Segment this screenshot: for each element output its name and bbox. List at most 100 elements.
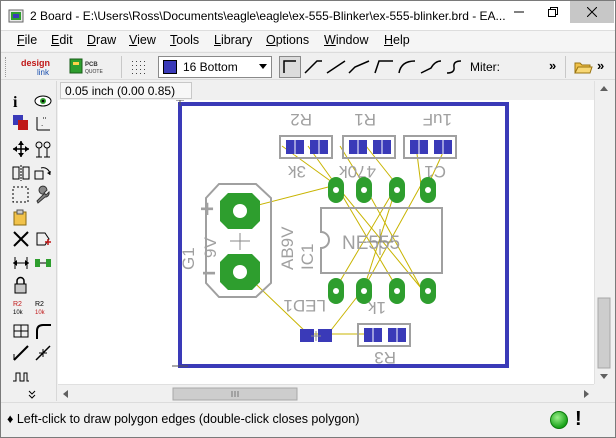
add-tool-icon[interactable] (36, 232, 51, 246)
r3-ref-label: R3 (374, 348, 396, 367)
copy-tool-icon[interactable] (35, 141, 51, 158)
toolbar-separator (121, 56, 122, 78)
svg-text:link: link (37, 68, 50, 77)
group-tool-icon[interactable] (12, 186, 29, 203)
split-tool-icon[interactable] (13, 324, 29, 338)
vertical-scrollbar[interactable] (594, 81, 612, 384)
rotate-tool-icon[interactable] (34, 167, 51, 180)
miter-label: Miter: (470, 60, 500, 74)
pcbquote-button[interactable]: PCB QUOTE (69, 56, 109, 78)
bend-style-5-icon[interactable] (398, 60, 416, 74)
menu-file[interactable]: File (17, 33, 37, 47)
pinswap-tool-icon[interactable] (13, 257, 29, 269)
open-folder-button[interactable] (573, 57, 593, 77)
r1-ref-label: R1 (354, 110, 376, 129)
vertical-scroll-thumb[interactable] (597, 297, 611, 369)
title-bar: 2 Board - E:\Users\Ross\Documents\eagle\… (1, 1, 615, 31)
menu-view[interactable]: View (129, 33, 156, 47)
menu-options[interactable]: Options (266, 33, 309, 47)
grid-icon (132, 61, 145, 74)
status-ok-light-icon (550, 411, 568, 429)
svg-text:i: i (13, 94, 18, 111)
r2-ref-label: R2 (290, 110, 312, 129)
horizontal-scrollbar[interactable] (58, 384, 594, 402)
app-icon (8, 9, 24, 23)
coordinate-display: 0.05 inch (0.00 0.85) (60, 82, 192, 99)
menu-window[interactable]: Window (324, 33, 368, 47)
wire-tool-icon[interactable] (13, 345, 29, 361)
replace-tool-icon[interactable] (35, 259, 51, 267)
menu-help[interactable]: Help (384, 33, 410, 47)
pcbquote-icon: PCB QUOTE (69, 58, 103, 75)
toolbar-overflow-button-2[interactable]: » (597, 58, 604, 73)
layer-select-value: 16 Bottom (183, 60, 238, 74)
grid-button[interactable] (129, 57, 151, 77)
show-eye-icon[interactable] (34, 95, 52, 107)
ic-ref-label: IC1 (298, 244, 317, 270)
stop-command-button[interactable]: ! (575, 408, 582, 431)
chevron-down-icon (259, 64, 267, 69)
toolbar-grip (5, 57, 8, 77)
move-tool-icon[interactable] (13, 141, 29, 157)
change-tool-icon[interactable] (36, 185, 50, 204)
minimize-icon (514, 11, 524, 13)
restore-icon (548, 7, 558, 17)
designlink-button[interactable]: design link (15, 55, 65, 79)
board-drawing[interactable]: R2 R1 1uF 3k 470k C1 NE555 IC1 AB9V G1 9… (58, 100, 594, 384)
miter-tool-icon[interactable] (36, 324, 51, 339)
svg-text:R2: R2 (13, 301, 22, 308)
svg-text:.: . (41, 119, 43, 128)
bend-style-4-icon[interactable] (374, 60, 393, 74)
value-tool-icon[interactable]: R2 10k (35, 301, 46, 316)
route-tool-icon[interactable] (35, 345, 51, 361)
menu-draw[interactable]: Draw (87, 33, 116, 47)
meander-tool-icon[interactable] (13, 372, 29, 382)
toolbar-separator-2 (565, 56, 566, 78)
restore-button[interactable] (536, 1, 570, 23)
name-tool-icon[interactable]: R2 10k (13, 301, 24, 316)
toolbar: design link PCB QUOTE 16 Bottom Miter: »… (1, 52, 615, 80)
toolbar-overflow-button[interactable]: » (549, 58, 556, 73)
board-canvas[interactable]: R2 R1 1uF 3k 470k C1 NE555 IC1 AB9V G1 9… (58, 100, 594, 384)
svg-text:design: design (21, 58, 50, 68)
layer-color-swatch (163, 60, 177, 74)
window-title: 2 Board - E:\Users\Ross\Documents\eagle\… (30, 9, 506, 23)
close-button[interactable] (570, 1, 614, 23)
folder-icon (574, 62, 593, 74)
bend-style-1-icon[interactable] (304, 60, 322, 74)
bend-style-6-icon[interactable] (420, 60, 442, 74)
ic-name-label: NE555 (342, 233, 400, 254)
menu-edit[interactable]: Edit (51, 33, 73, 47)
scroll-left-icon[interactable] (63, 390, 68, 398)
menu-tools[interactable]: Tools (170, 33, 199, 47)
paste-tool-icon[interactable] (13, 209, 27, 226)
led-ref-label: LED1 (283, 296, 326, 315)
svg-text:R2: R2 (35, 301, 44, 308)
mirror-tool-icon[interactable] (12, 165, 30, 181)
c1-value-label: 1uF (423, 110, 452, 129)
minimize-button[interactable] (502, 1, 536, 23)
toolbar-more-icon[interactable] (28, 390, 36, 399)
scroll-right-icon[interactable] (584, 390, 589, 398)
menu-bar: File Edit Draw View Tools Library Option… (1, 31, 615, 51)
svg-text:10k: 10k (13, 310, 24, 316)
battery-model-label: AB9V (278, 226, 297, 270)
bend-style-0-icon[interactable] (279, 56, 301, 78)
bend-style-2-icon[interactable] (326, 60, 346, 74)
bend-style-7-icon[interactable] (446, 60, 462, 74)
menu-library[interactable]: Library (214, 33, 252, 47)
delete-tool-icon[interactable] (13, 231, 29, 247)
bend-style-3-icon[interactable] (348, 60, 370, 74)
layer-select[interactable]: 16 Bottom (158, 56, 272, 78)
info-tool-icon[interactable]: i (13, 94, 18, 111)
r2-value-label: 3k (288, 162, 306, 181)
coordinate-readout: 0.05 inch (0.00 0.85) (65, 84, 176, 98)
mark-tool-icon[interactable]: . (36, 117, 50, 131)
svg-text:PCB: PCB (85, 62, 98, 68)
battery-minus-label: − (202, 260, 216, 287)
scroll-up-icon[interactable] (600, 86, 608, 91)
scroll-down-icon[interactable] (600, 374, 608, 379)
display-layers-icon[interactable] (13, 115, 28, 130)
lock-tool-icon[interactable] (14, 276, 27, 294)
battery-value-label: 9V (201, 237, 220, 258)
